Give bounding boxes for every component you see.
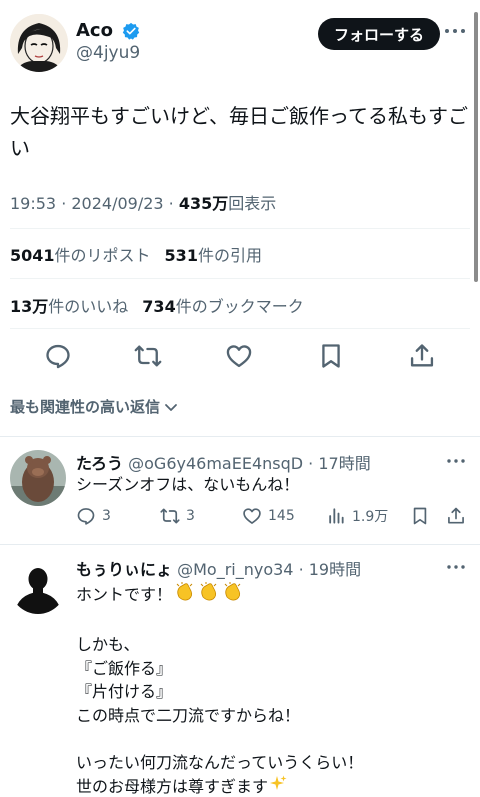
tweet-action-bar	[10, 338, 470, 374]
more-options-icon[interactable]	[446, 562, 466, 572]
reply-line: しかも、	[76, 635, 140, 654]
like-icon[interactable]	[225, 342, 253, 370]
reply-reply-button[interactable]: 3	[76, 506, 111, 526]
reply-line: 『片付ける』	[76, 682, 173, 701]
reply-time[interactable]: · 17時間	[303, 454, 371, 473]
reply-icon	[77, 508, 95, 525]
repost-icon[interactable]	[134, 342, 162, 370]
reply-count: 3	[102, 508, 111, 524]
bookmark-icon[interactable]	[317, 342, 345, 370]
view-count: 1.9万	[352, 509, 389, 525]
reply-line: 世のお母様方は尊すぎます	[76, 776, 269, 796]
reply-item[interactable]: たろう @oG6y46maEE4nsqD · 17時間 シーズンオフは、ないもん…	[0, 436, 480, 544]
views-chart-icon	[329, 508, 344, 524]
tweet-text: 大谷翔平もすごいけど、毎日ご飯作ってる私もすごい	[10, 104, 468, 160]
like-count: 145	[268, 508, 295, 524]
author-avatar[interactable]	[10, 14, 68, 72]
scrollbar[interactable]	[474, 12, 478, 282]
quotes-stat[interactable]: 531件の引用	[165, 246, 262, 265]
share-icon	[448, 507, 464, 524]
author-name[interactable]: Aco	[76, 20, 113, 41]
reply-author-handle[interactable]: @Mo_ri_nyo34	[177, 560, 293, 579]
reply-item[interactable]: もぅりぃにょ @Mo_ri_nyo34 · 19時間 ホントです！ しかも、 『…	[0, 544, 480, 797]
reply-time[interactable]: · 19時間	[293, 560, 362, 579]
reply-line: 『ご飯作る』	[76, 658, 173, 678]
reply-like-button[interactable]: 145	[242, 506, 295, 526]
reply-repost-button[interactable]: 3	[160, 506, 195, 526]
reply-line	[76, 727, 466, 751]
repost-stats: 5041件のリポスト 531件の引用	[10, 242, 262, 266]
repost-icon	[160, 508, 180, 524]
reply-author-handle[interactable]: @oG6y46maEE4nsqD	[128, 454, 303, 473]
chevron-down-icon	[165, 403, 177, 411]
reply-line: ホントです！	[76, 584, 173, 604]
reply-sort-dropdown[interactable]: 最も関連性の高い返信	[10, 396, 179, 417]
reply-bookmark-button[interactable]	[410, 506, 430, 526]
reposts-stat[interactable]: 5041件のリポスト	[10, 246, 151, 265]
divider	[10, 328, 470, 329]
reply-avatar[interactable]	[10, 450, 66, 506]
like-icon	[243, 508, 261, 524]
more-options-icon[interactable]	[442, 24, 468, 38]
reply-share-button[interactable]	[446, 506, 466, 526]
bookmark-icon	[413, 507, 427, 525]
likes-stat[interactable]: 13万件のいいね	[10, 297, 128, 316]
clapping-hands-emoji	[174, 581, 246, 610]
reply-views-button[interactable]: 1.9万	[326, 506, 388, 526]
reply-author-name[interactable]: もぅりぃにょ	[76, 560, 172, 579]
reply-icon[interactable]	[44, 342, 72, 370]
tweet-meta: 19:53 · 2024/09/23 · 435万回表示	[10, 190, 276, 214]
reply-text: シーズンオフは、ないもんね！	[76, 475, 300, 494]
reply-text: ホントです！ しかも、 『ご飯作る』 『片付ける』 この時点で二刀流ですからね！…	[76, 581, 466, 797]
views-label: 回表示	[228, 194, 277, 213]
sparkles-emoji	[268, 774, 288, 797]
tweet-timestamp[interactable]: 19:53 · 2024/09/23 ·	[10, 194, 179, 213]
reply-line: いったい何刀流なんだっていうくらい！	[76, 752, 364, 772]
bookmarks-stat[interactable]: 734件のブックマーク	[142, 297, 303, 316]
like-stats: 13万件のいいね 734件のブックマーク	[10, 293, 304, 317]
follow-button[interactable]: フォローする	[318, 18, 441, 50]
repost-count: 3	[186, 508, 195, 524]
reply-action-bar: 3 3 145 1.9万	[76, 506, 470, 530]
verified-badge-icon	[122, 22, 140, 40]
reply-author-name[interactable]: たろう	[76, 454, 123, 473]
author-handle[interactable]: @4jyu9	[76, 43, 140, 63]
reply-line: この時点で二刀流ですからね！	[76, 705, 301, 725]
divider	[10, 228, 470, 229]
more-options-icon[interactable]	[446, 456, 466, 466]
sort-label: 最も関連性の高い返信	[10, 398, 161, 416]
views-count: 435万	[178, 194, 229, 213]
reply-avatar[interactable]	[10, 558, 66, 614]
share-icon[interactable]	[408, 342, 436, 370]
divider	[10, 278, 470, 279]
reply-line	[76, 610, 466, 634]
tweet-header: Aco @4jyu9 フォローする	[10, 14, 470, 76]
